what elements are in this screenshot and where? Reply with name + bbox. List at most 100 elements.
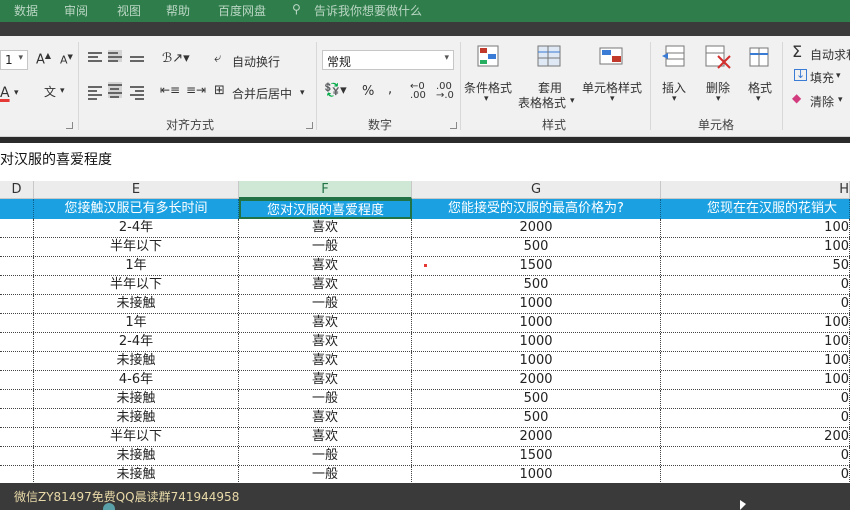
decrease-indent-icon[interactable]: ⇤≡ [160, 83, 180, 97]
cell-d[interactable] [0, 276, 34, 294]
cell-max-price[interactable]: 500 [412, 276, 661, 294]
cell-spending[interactable]: 200 [661, 428, 850, 446]
conditional-dropdown[interactable]: ▾ [484, 94, 489, 104]
cell-d[interactable] [0, 314, 34, 332]
cell-time[interactable]: 未接触 [34, 466, 239, 483]
column-header-f[interactable]: F [239, 181, 412, 199]
cell-time[interactable]: 半年以下 [34, 428, 239, 446]
cell-spending[interactable]: 0 [661, 466, 850, 483]
cell-spending[interactable]: 50 [661, 257, 850, 275]
cell-max-price[interactable]: 1500 [412, 257, 661, 275]
header-cell-f-active[interactable]: 您对汉服的喜爱程度 [239, 199, 412, 219]
cell-spending[interactable]: 0 [661, 409, 850, 427]
cell-liking[interactable]: 喜欢 [239, 371, 412, 389]
align-top-icon[interactable] [88, 50, 102, 62]
cell-max-price[interactable]: 1500 [412, 447, 661, 465]
spreadsheet-grid[interactable]: 您接触汉服已有多长时间 您对汉服的喜爱程度 您能接受的汉服的最高价格为? 您现在… [0, 199, 850, 483]
tab-baidu[interactable]: 百度网盘 [218, 2, 266, 19]
cell-d[interactable] [0, 257, 34, 275]
align-bottom-icon[interactable] [130, 54, 144, 66]
cell-max-price[interactable]: 2000 [412, 428, 661, 446]
phonetic-dropdown[interactable]: ▾ [60, 86, 65, 96]
cell-time[interactable]: 未接触 [34, 447, 239, 465]
cell-liking[interactable]: 一般 [239, 238, 412, 256]
fill-dropdown[interactable]: ▾ [836, 71, 841, 81]
format-dropdown[interactable]: ▾ [756, 94, 761, 104]
cell-spending[interactable]: 100 [661, 352, 850, 370]
cell-spending[interactable]: 0 [661, 447, 850, 465]
align-left-icon[interactable] [88, 84, 102, 100]
cell-d[interactable] [0, 352, 34, 370]
cell-max-price[interactable]: 2000 [412, 371, 661, 389]
cell-time[interactable]: 2-4年 [34, 219, 239, 237]
comma-button[interactable]: , [388, 82, 392, 97]
fill-button[interactable]: 填充 [810, 69, 834, 86]
format-as-table-button[interactable]: 表格格式 [518, 94, 566, 111]
delete-dropdown[interactable]: ▾ [716, 94, 721, 104]
tab-help[interactable]: 帮助 [166, 2, 190, 19]
cell-d[interactable] [0, 466, 34, 483]
cell-liking[interactable]: 喜欢 [239, 333, 412, 351]
alignment-dialog-launcher[interactable] [306, 122, 313, 129]
cell-max-price[interactable]: 500 [412, 238, 661, 256]
header-cell-h[interactable]: 您现在在汉服的花销大 [661, 199, 850, 219]
number-format-combo[interactable]: 常规 ▾ [322, 50, 454, 70]
font-size-combo[interactable]: 1 ▾ [0, 50, 28, 70]
insert-dropdown[interactable]: ▾ [672, 94, 677, 104]
cell-d[interactable] [0, 428, 34, 446]
cell-d[interactable] [0, 219, 34, 237]
cell-d[interactable] [0, 447, 34, 465]
tab-view[interactable]: 视图 [117, 2, 141, 19]
cell-liking[interactable]: 一般 [239, 390, 412, 408]
cell-time[interactable]: 未接触 [34, 352, 239, 370]
cell-spending[interactable]: 100 [661, 219, 850, 237]
cell-liking[interactable]: 一般 [239, 466, 412, 483]
clear-button[interactable]: 清除 [810, 93, 834, 110]
cell-spending[interactable]: 0 [661, 390, 850, 408]
number-dialog-launcher[interactable] [450, 122, 457, 129]
format-as-table-dropdown[interactable]: ▾ [570, 96, 575, 106]
cell-d[interactable] [0, 238, 34, 256]
cell-liking[interactable]: 喜欢 [239, 428, 412, 446]
cell-spending[interactable]: 0 [661, 276, 850, 294]
increase-decimal-icon[interactable]: ←0.00 [410, 82, 426, 101]
cell-d[interactable] [0, 390, 34, 408]
column-header-g[interactable]: G [412, 181, 661, 199]
column-header-e[interactable]: E [34, 181, 239, 199]
merge-dropdown[interactable]: ▾ [300, 88, 305, 98]
cell-d[interactable] [0, 333, 34, 351]
tab-review[interactable]: 审阅 [64, 2, 88, 19]
decrease-decimal-icon[interactable]: .00 →.0 [436, 82, 454, 101]
merge-center-button[interactable]: 合并后居中 [232, 85, 292, 102]
cell-max-price[interactable]: 1000 [412, 333, 661, 351]
cell-liking[interactable]: 喜欢 [239, 352, 412, 370]
column-header-h[interactable]: H [661, 181, 850, 199]
cell-time[interactable]: 未接触 [34, 409, 239, 427]
cell-liking[interactable]: 一般 [239, 447, 412, 465]
cell-d[interactable] [0, 371, 34, 389]
percent-button[interactable]: % [362, 84, 374, 99]
cell-max-price[interactable]: 1000 [412, 295, 661, 313]
tell-me-box[interactable]: 告诉我你想要做什么 [314, 2, 422, 19]
formula-bar[interactable]: 对汉服的喜爱程度 [0, 143, 850, 174]
cell-styles-dropdown[interactable]: ▾ [610, 94, 615, 104]
cell-spending[interactable]: 100 [661, 371, 850, 389]
cell-liking[interactable]: 喜欢 [239, 219, 412, 237]
cell-time[interactable]: 半年以下 [34, 276, 239, 294]
font-shrink-button[interactable]: A▼ [60, 53, 73, 67]
clear-dropdown[interactable]: ▾ [838, 95, 843, 105]
sheet-scroll-icon[interactable] [103, 503, 115, 510]
cell-d[interactable] [0, 409, 34, 427]
cell-liking[interactable]: 喜欢 [239, 257, 412, 275]
accounting-format-icon[interactable]: 💱▾ [324, 83, 347, 98]
orientation-icon[interactable]: ℬ↗▾ [162, 51, 190, 66]
font-grow-button[interactable]: A▲ [36, 51, 51, 67]
font-dialog-launcher[interactable] [66, 122, 73, 129]
cell-spending[interactable]: 100 [661, 238, 850, 256]
header-cell-d[interactable] [0, 199, 34, 219]
cell-spending[interactable]: 100 [661, 333, 850, 351]
cell-time[interactable]: 4-6年 [34, 371, 239, 389]
cell-max-price[interactable]: 1000 [412, 352, 661, 370]
cell-time[interactable]: 1年 [34, 314, 239, 332]
column-header-d[interactable]: D [0, 181, 34, 199]
